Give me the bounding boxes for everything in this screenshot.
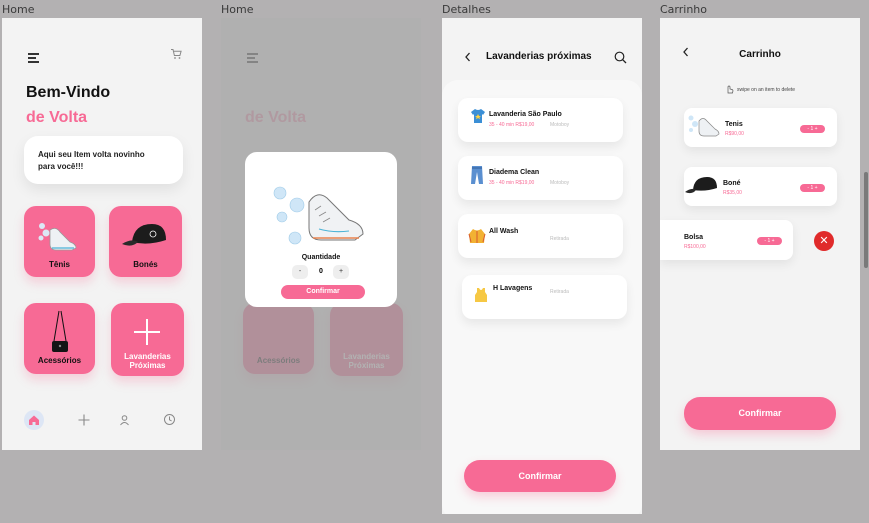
home-icon [29,415,39,425]
bag-icon [52,310,68,352]
category-label: Tênis [49,260,70,269]
cart-item[interactable]: Boné R$35,00 - 1 + [684,167,837,206]
page-title: Bem-Vindo [26,84,111,101]
nav-home[interactable] [24,410,44,430]
frame-label-home: Home [2,3,35,16]
cart-item-name: Tenis [725,121,743,128]
header-title: Lavanderias próximas [486,51,592,62]
confirm-button[interactable]: Confirmar [464,460,616,492]
quantity-value: 0 [319,268,323,275]
cap-icon [685,177,717,194]
sneaker-icon [273,186,364,245]
shop-info: 35 - 40 min R$19,00 [489,180,535,186]
cart-item-stepper[interactable]: - 1 + [800,184,825,192]
nav-add-icon[interactable] [78,414,90,426]
details-screen: Lavanderias próximas Lavanderia São Paul… [442,18,642,514]
welcome-card: Aqui seu Item volta novinho para você!!! [24,136,183,184]
cart-item-name: Bolsa [684,234,704,241]
search-icon[interactable] [614,51,627,64]
swipe-hint: swipe on an item to delete [737,87,796,93]
category-label-line1: Lavanderias [124,352,171,361]
user-icon[interactable] [119,414,130,426]
cart-item-name: Boné [723,180,741,187]
shop-card[interactable]: All Wash Retirada [458,214,623,258]
category-acessorios[interactable]: Acessórios [24,303,95,374]
shops-sheet: Lavanderia São Paulo 35 - 40 min R$19,00… [442,80,642,514]
cart-item-stepper[interactable]: - 1 + [757,237,782,245]
shop-card[interactable]: Diadema Clean 35 - 40 min R$19,00 Motobo… [458,156,623,200]
cart-screen: Carrinho swipe on an item to delete Teni… [660,18,860,450]
close-icon: ✕ [819,235,829,247]
category-label-line2: Próximas [129,361,166,370]
category-lavanderias[interactable]: Lavanderias Próximas [111,303,184,376]
back-icon[interactable] [464,52,472,62]
quantity-modal: Quantidade - 0 + Confirmar [245,152,397,307]
cart-item-swiped[interactable]: Bolsa R$100,00 - 1 + [660,220,793,260]
shop-delivery: Retirada [550,289,569,295]
shop-delivery: Motoboy [550,122,570,128]
frame-label-detalhes: Detalhes [442,3,491,16]
category-bones[interactable]: Bonés [109,206,182,277]
jacket-icon [468,229,486,243]
cap-icon [122,224,166,246]
plus-icon [134,319,160,345]
category-label: Bonés [133,260,158,269]
cart-item-price: R$100,00 [684,244,706,250]
category-label: Lavanderias Próximas [111,352,184,370]
cart-item-stepper[interactable]: - 1 + [800,125,825,133]
category-tenis[interactable]: Tênis [24,206,95,277]
sneaker-icon [688,115,720,137]
shop-info: 35 - 40 min R$19,00 [489,122,535,128]
tshirt-icon [471,109,485,123]
frame-label-carrinho: Carrinho [660,3,708,16]
delete-item-button[interactable]: ✕ [814,231,834,251]
shop-name: All Wash [489,228,519,235]
page-subtitle: de Volta [26,109,88,126]
menu-icon[interactable] [28,53,39,65]
welcome-text-line1: Aqui seu Item volta novinho [38,150,145,159]
cart-item[interactable]: Tenis R$90,00 - 1 + [684,108,837,147]
shop-name: Lavanderia São Paulo [489,111,562,118]
quantity-plus-button[interactable]: + [333,265,349,279]
cart-item-price: R$35,00 [723,190,742,196]
welcome-text-line2: para você!!! [38,162,84,171]
modal-confirm-button[interactable]: Confirmar [281,285,365,299]
home-modal-screen: de Volta Acessórios Lavanderias Próximas… [221,18,421,450]
category-label: Acessórios [37,356,82,365]
history-icon[interactable] [163,413,176,426]
jeans-icon [471,166,483,184]
shop-card[interactable]: H Lavagens Retirada [462,275,627,319]
header-title: Carrinho [739,49,781,60]
shop-delivery: Retirada [550,236,569,242]
home-screen: Bem-Vindo de Volta Aqui seu Item volta n… [2,18,202,450]
tank-top-icon [475,288,487,302]
sneaker-icon [38,223,77,251]
swipe-hand-icon [727,85,734,94]
confirm-button[interactable]: Confirmar [684,397,836,430]
shop-delivery: Motoboy [550,180,570,186]
shop-name: H Lavagens [493,285,533,292]
quantity-label: Quantidade [301,254,341,261]
shop-card[interactable]: Lavanderia São Paulo 35 - 40 min R$19,00… [458,98,623,142]
quantity-minus-button[interactable]: - [292,265,308,279]
cart-item-price: R$90,00 [725,131,744,137]
scrollbar[interactable] [864,172,868,268]
frame-label-home-overlay: Home [221,3,254,16]
cart-icon[interactable] [170,48,182,60]
shop-name: Diadema Clean [489,169,540,176]
